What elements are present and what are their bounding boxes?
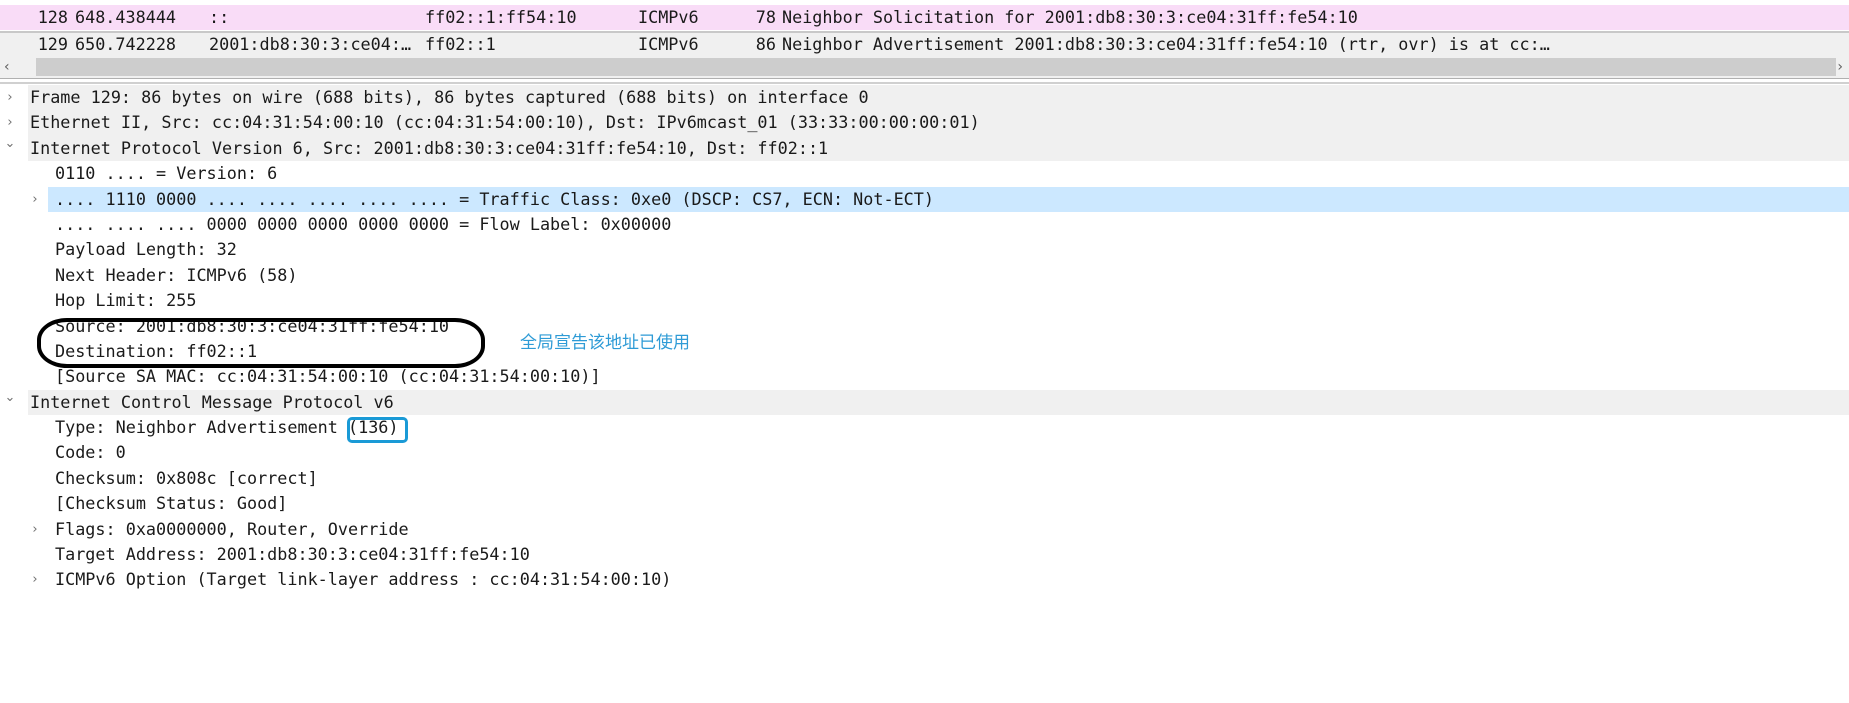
tree-item-label: Next Header: ICMPv6 (58) xyxy=(55,264,298,285)
annotation-ellipse xyxy=(37,318,485,368)
scroll-right-icon[interactable]: › xyxy=(1837,56,1843,78)
tree-item[interactable]: [Checksum Status: Good] xyxy=(0,491,1849,516)
tree-item[interactable]: Target Address: 2001:db8:30:3:ce04:31ff:… xyxy=(0,542,1849,567)
tree-item[interactable]: 0110 .... = Version: 6 xyxy=(0,161,1849,186)
packet-row[interactable]: 129 650.742228 2001:db8:30:3:ce04:… ff02::1… xyxy=(0,31,1849,57)
cell-info: Neighbor Solicitation for 2001:db8:30:3:… xyxy=(782,7,1358,27)
tree-item-label: Checksum: 0x808c [correct] xyxy=(55,467,318,488)
cell-time: 650.742228 xyxy=(75,34,177,54)
chevron-down-icon[interactable]: ⌄ xyxy=(2,385,18,410)
tree-item[interactable]: Code: 0 xyxy=(0,440,1849,465)
tree-item[interactable]: › ICMPv6 Option (Target link-layer addres… xyxy=(0,567,1849,592)
chevron-down-icon[interactable]: ⌄ xyxy=(2,131,18,156)
chevron-right-icon[interactable]: › xyxy=(2,85,18,110)
tree-item-label: [Checksum Status: Good] xyxy=(55,493,288,514)
tree-item[interactable]: Next Header: ICMPv6 (58) xyxy=(0,263,1849,288)
tree-item-label: Flags: 0xa0000000, Router, Override xyxy=(55,518,409,539)
cell-source: 2001:db8:30:3:ce04:… xyxy=(209,34,412,54)
cell-protocol: ICMPv6 xyxy=(638,34,699,54)
tree-item[interactable]: ⌄ Internet Control Message Protocol v6 xyxy=(0,389,1849,416)
tree-item-label: [Source SA MAC: cc:04:31:54:00:10 (cc:04… xyxy=(55,366,601,387)
cell-time: 648.438444 xyxy=(75,7,177,27)
chevron-right-icon[interactable]: › xyxy=(27,187,43,212)
tree-item-label: Internet Control Message Protocol v6 xyxy=(30,391,394,412)
tree-item-label: Payload Length: 32 xyxy=(55,239,237,260)
tree-item[interactable]: Type: Neighbor Advertisement (136) xyxy=(0,415,1849,440)
tree-item-label: Ethernet II, Src: cc:04:31:54:00:10 (cc:… xyxy=(30,112,980,133)
cell-no: 128 xyxy=(37,7,68,27)
tree-item-label: Target Address: 2001:db8:30:3:ce04:31ff:… xyxy=(55,544,530,565)
tree-item[interactable]: › Flags: 0xa0000000, Router, Override xyxy=(0,517,1849,542)
tree-item[interactable]: Hop Limit: 255 xyxy=(0,288,1849,313)
tree-item[interactable]: Checksum: 0x808c [correct] xyxy=(0,466,1849,491)
pane-splitter[interactable] xyxy=(0,82,1849,84)
annotation-note: 全局宣告该地址已使用 xyxy=(520,333,690,353)
horizontal-scrollbar[interactable]: ‹ › xyxy=(0,56,1849,79)
packet-row[interactable]: 128 648.438444:: ff02::1:ff54:10 ICMPv6 78 Ne… xyxy=(0,5,1849,30)
tree-item-label: Internet Protocol Version 6, Src: 2001:d… xyxy=(30,137,829,158)
tree-item[interactable]: › Frame 129: 86 bytes on wire (688 bits),… xyxy=(0,85,1849,111)
tree-item[interactable]: › .... 1110 0000 .... .... .... .... ....… xyxy=(0,186,1849,212)
tree-item[interactable]: .... .... .... 0000 0000 0000 0000 0000 … xyxy=(0,212,1849,237)
cell-no: 129 xyxy=(37,34,68,54)
chevron-right-icon[interactable]: › xyxy=(27,567,43,592)
scroll-left-icon[interactable]: ‹ xyxy=(4,56,10,78)
tree-item-label: .... 1110 0000 .... .... .... .... .... … xyxy=(55,188,934,209)
packet-list: 128 648.438444:: ff02::1:ff54:10 ICMPv6 78 Ne… xyxy=(0,0,1849,80)
cell-protocol: ICMPv6 xyxy=(638,7,699,27)
tree-item[interactable]: › Ethernet II, Src: cc:04:31:54:00:10 (cc… xyxy=(0,110,1849,136)
tree-item-label: Code: 0 xyxy=(55,442,126,463)
tree-item[interactable]: [Source SA MAC: cc:04:31:54:00:10 (cc:04… xyxy=(0,364,1849,389)
annotation-box xyxy=(347,417,408,443)
cell-destination: ff02::1 xyxy=(425,34,496,54)
tree-item-label: 0110 .... = Version: 6 xyxy=(55,163,278,184)
tree-item[interactable]: Payload Length: 32 xyxy=(0,237,1849,262)
cell-info: Neighbor Advertisement 2001:db8:30:3:ce0… xyxy=(782,34,1550,54)
cell-length: 78 xyxy=(755,7,776,27)
tree-item[interactable]: ⌄ Internet Protocol Version 6, Src: 2001:… xyxy=(0,135,1849,162)
tree-item-label: ICMPv6 Option (Target link-layer address… xyxy=(55,569,672,590)
scrollbar-thumb[interactable] xyxy=(36,58,1836,76)
tree-item-label: Frame 129: 86 bytes on wire (688 bits), … xyxy=(30,87,869,107)
chevron-right-icon[interactable]: › xyxy=(27,517,43,542)
cell-length: 86 xyxy=(755,34,776,54)
tree-item-label: .... .... .... 0000 0000 0000 0000 0000 … xyxy=(55,213,672,234)
tree-item-label: Hop Limit: 255 xyxy=(55,290,197,311)
cell-source: :: xyxy=(209,7,230,27)
cell-destination: ff02::1:ff54:10 xyxy=(425,7,577,27)
